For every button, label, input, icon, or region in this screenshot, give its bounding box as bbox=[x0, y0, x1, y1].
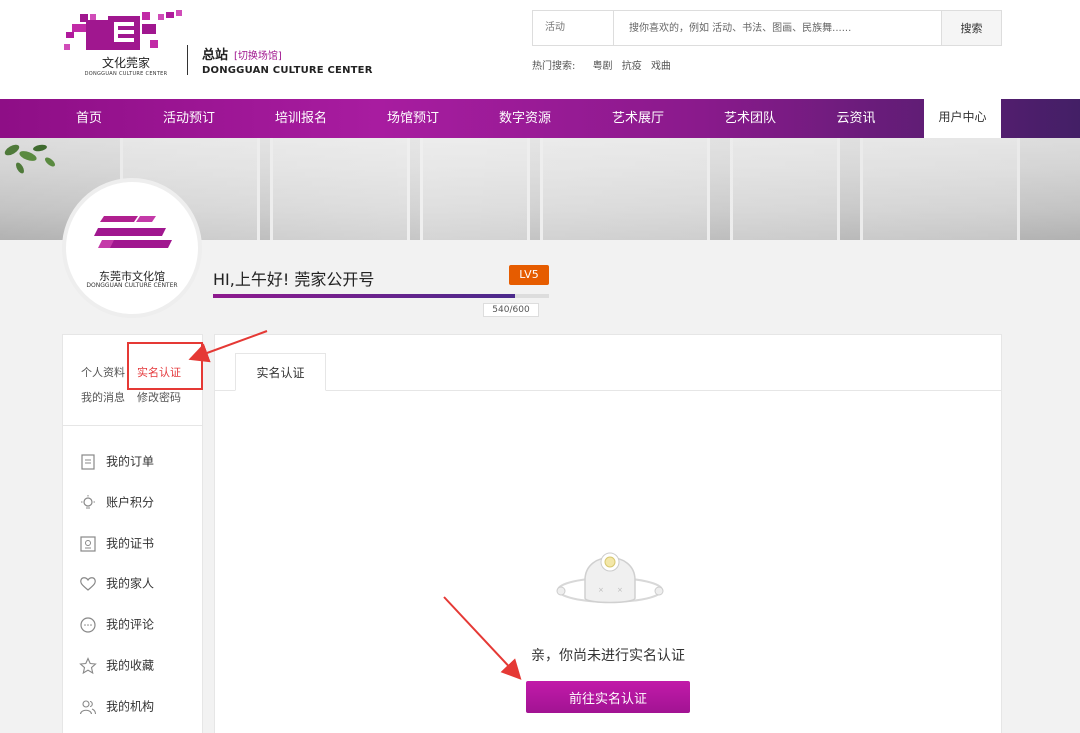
go-real-name-auth-button[interactable]: 前往实名认证 bbox=[526, 681, 690, 713]
sidebar-item-organizations[interactable]: 我的机构 bbox=[79, 694, 154, 718]
sidebar-item-points[interactable]: 账户积分 bbox=[79, 490, 154, 514]
sidebar-item-label: 我的收藏 bbox=[106, 658, 155, 673]
sidebar-item-orders[interactable]: 我的订单 bbox=[79, 449, 154, 473]
header: 文化莞家 DONGGUAN CULTURE CENTER 总站 [切换场馆] D… bbox=[0, 0, 1080, 99]
sidebar-item-label: 我的评论 bbox=[106, 617, 155, 632]
nav-cloud-news[interactable]: 云资讯 bbox=[826, 99, 886, 138]
main-nav: 首页 活动预订 培训报名 场馆预订 数字资源 艺术展厅 艺术团队 云资讯 用户中… bbox=[0, 93, 1080, 138]
hot-search-label: 热门搜索: bbox=[532, 61, 576, 72]
annotation-highlight-box bbox=[127, 342, 203, 390]
sidebar-item-label: 我的订单 bbox=[106, 454, 155, 469]
sidebar-item-label: 账户积分 bbox=[106, 495, 155, 510]
sidebar: 个人资料 实名认证 我的消息 修改密码 我的订单 账户积分 我的证书 我的家人 我的… bbox=[62, 334, 203, 733]
sidebar-item-family[interactable]: 我的家人 bbox=[79, 571, 154, 595]
order-icon bbox=[81, 453, 95, 470]
tab-bar-line bbox=[215, 390, 1001, 391]
nav-venue-booking[interactable]: 场馆预订 bbox=[380, 99, 446, 138]
hot-search-term[interactable]: 抗疫 bbox=[622, 61, 642, 72]
page-root: 文化莞家 DONGGUAN CULTURE CENTER 总站 [切换场馆] D… bbox=[0, 0, 1080, 733]
site-title-en: DONGGUAN CULTURE CENTER bbox=[202, 65, 373, 76]
avatar-org-en: DONGGUAN CULTURE CENTER bbox=[86, 282, 178, 289]
hot-search: 热门搜索: 粤剧 抗疫 戏曲 bbox=[532, 57, 677, 72]
nav-digital-resources[interactable]: 数字资源 bbox=[492, 99, 558, 138]
bulb-icon bbox=[81, 494, 95, 508]
points-progress-fill bbox=[213, 294, 516, 298]
level-badge: LV5 bbox=[509, 265, 549, 285]
empty-state-message: 亲，你尚未进行实名认证 bbox=[531, 648, 685, 664]
search-box: 活动 搜索 bbox=[532, 10, 1002, 46]
nav-art-gallery[interactable]: 艺术展厅 bbox=[605, 99, 671, 138]
link-personal-info[interactable]: 个人资料 bbox=[81, 366, 125, 379]
empty-robot-icon: × × bbox=[556, 552, 664, 604]
certificate-icon bbox=[80, 535, 96, 552]
logo-divider bbox=[187, 45, 188, 75]
sidebar-item-comments[interactable]: 我的评论 bbox=[79, 612, 154, 636]
sidebar-divider bbox=[63, 425, 202, 426]
site-logo[interactable]: 文化莞家 DONGGUAN CULTURE CENTER bbox=[62, 10, 190, 80]
plant-icon bbox=[4, 144, 55, 174]
points-progress-bar bbox=[213, 294, 549, 298]
sidebar-item-label: 我的机构 bbox=[106, 699, 155, 714]
tab-real-name-auth[interactable]: 实名认证 bbox=[235, 353, 326, 391]
sidebar-item-certificates[interactable]: 我的证书 bbox=[79, 531, 154, 555]
nav-training[interactable]: 培训报名 bbox=[268, 99, 334, 138]
sidebar-item-favorites[interactable]: 我的收藏 bbox=[79, 653, 154, 677]
sidebar-item-label: 我的证书 bbox=[106, 536, 155, 551]
points-progress-text: 540/600 bbox=[483, 303, 539, 317]
comment-icon bbox=[80, 616, 96, 633]
nav-home[interactable]: 首页 bbox=[56, 99, 122, 138]
logo-text-en: DONGGUAN CULTURE CENTER bbox=[84, 71, 168, 77]
sidebar-item-label: 我的家人 bbox=[106, 576, 155, 591]
heart-icon bbox=[80, 576, 96, 591]
star-icon bbox=[79, 656, 97, 674]
logo-mark-icon bbox=[64, 10, 182, 50]
greeting-text: HI,上午好! 莞家公开号 bbox=[213, 270, 375, 289]
logo-text-cn: 文化莞家 bbox=[101, 56, 150, 70]
site-title: 总站 bbox=[202, 48, 229, 63]
switch-venue-link[interactable]: [切换场馆] bbox=[234, 47, 282, 62]
org-logo-icon bbox=[94, 216, 172, 248]
hot-search-term[interactable]: 戏曲 bbox=[651, 61, 671, 72]
svg-text:×: × bbox=[598, 586, 604, 594]
main-content: 实名认证 × × 亲，你尚未进行实名认证 前往实名认证 bbox=[214, 334, 1002, 733]
nav-activity-booking[interactable]: 活动预订 bbox=[156, 99, 222, 138]
search-input[interactable] bbox=[615, 11, 941, 45]
link-my-messages[interactable]: 我的消息 bbox=[81, 391, 125, 404]
svg-text:×: × bbox=[617, 586, 623, 594]
hot-search-term[interactable]: 粤剧 bbox=[593, 61, 613, 72]
avatar[interactable]: 东莞市文化馆 DONGGUAN CULTURE CENTER bbox=[62, 178, 202, 318]
nav-user-center[interactable]: 用户中心 bbox=[924, 93, 1001, 138]
people-icon bbox=[79, 699, 97, 714]
search-category-select[interactable]: 活动 bbox=[533, 11, 614, 45]
link-change-password[interactable]: 修改密码 bbox=[137, 391, 181, 404]
nav-art-troupe[interactable]: 艺术团队 bbox=[717, 99, 783, 138]
search-button[interactable]: 搜索 bbox=[941, 11, 1001, 45]
